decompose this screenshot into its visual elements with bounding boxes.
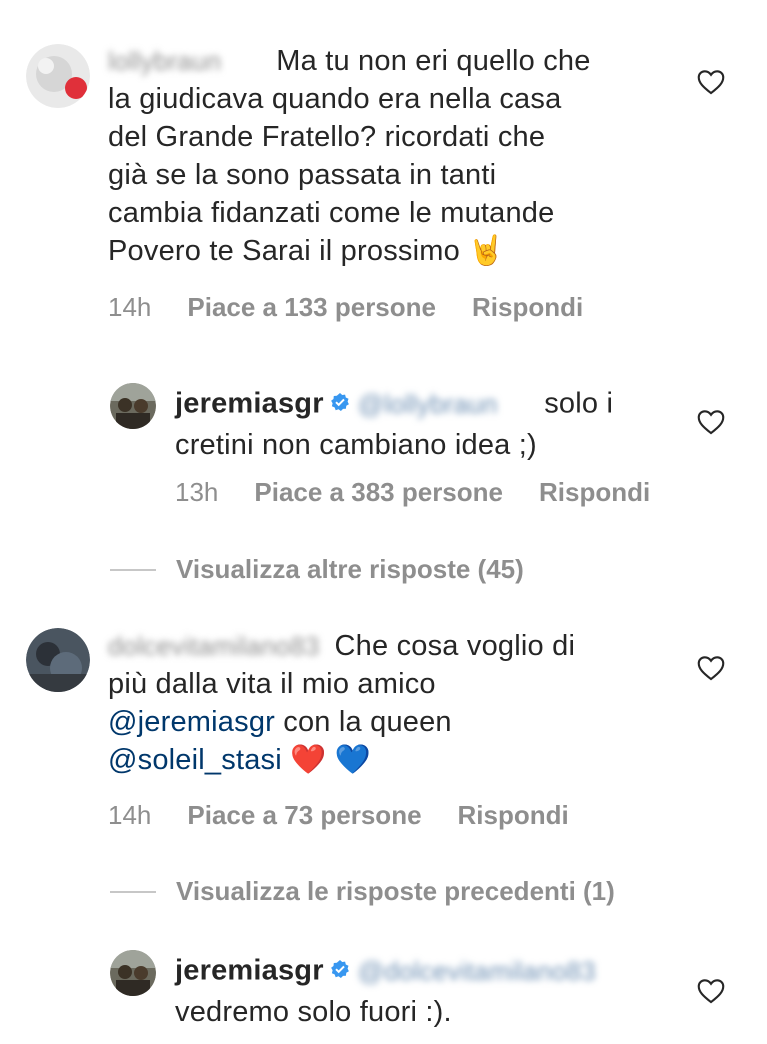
likes-count[interactable]: Piace a 73 persone [187,800,421,831]
avatar[interactable] [26,628,90,692]
avatar[interactable] [110,383,156,429]
comment-text: vedremo solo fuori :). [175,996,452,1028]
view-more-label[interactable]: Visualizza altre risposte (45) [176,554,524,585]
divider-line [110,890,156,893]
likes-count[interactable]: Piace a 133 persone [187,292,436,323]
reply-body: jeremiasgr @lollybraun solo i cretini non… [175,384,675,464]
comment-text: cambia fidanzati come le mutande [108,197,555,229]
comment-text: solo i [544,387,614,420]
comment-username[interactable]: lollybraun [108,42,268,80]
view-more-label[interactable]: Visualizza le risposte precedenti (1) [176,876,615,907]
verified-badge-icon [330,951,350,989]
comment-body: lollybraun Ma tu non eri quello che la g… [108,42,668,270]
comment-text: con la queen [283,706,452,738]
heart-icon[interactable] [697,655,725,681]
avatar[interactable] [26,44,90,108]
view-previous-replies[interactable]: Visualizza le risposte precedenti (1) [110,876,615,907]
comment-text: già se la sono passata in tanti [108,159,497,191]
comment-username[interactable]: jeremiasgr [175,955,324,987]
comment-text: Che cosa voglio di [334,630,576,662]
reply-button[interactable]: Rispondi [472,292,583,323]
reply-button[interactable]: Rispondi [539,477,650,508]
comment-username[interactable]: jeremiasgr [175,388,324,420]
comment-text: la giudicava quando era nella casa [108,83,562,115]
avatar[interactable] [110,950,156,996]
comment-body: dolcevitamilano83 Che cosa voglio di più… [108,627,668,779]
reply-button[interactable]: Rispondi [458,800,569,831]
comment-time: 14h [108,292,152,322]
comment-text: cretini non cambiano idea ;) [175,429,537,461]
reply-body: jeremiasgr @dolcevitamilano83 vedremo sol… [175,951,675,1031]
red-heart-emoji: ❤️ [290,744,327,776]
heart-icon[interactable] [697,409,725,435]
mention-link[interactable]: @soleil_stasi [108,744,282,776]
comment-meta: 13h Piace a 383 persone Rispondi [175,477,650,508]
likes-count[interactable]: Piace a 383 persone [254,477,503,508]
comment-text: del Grande Fratello? ricordati che [108,121,546,153]
view-more-replies[interactable]: Visualizza altre risposte (45) [110,554,524,585]
divider-line [110,568,156,571]
rock-hand-emoji: 🤘 [468,235,505,267]
blue-heart-emoji: 💙 [334,744,372,776]
comment-text: più dalla vita il mio amico [108,668,436,700]
comment-meta: 14h Piace a 73 persone Rispondi [108,800,569,831]
heart-icon[interactable] [697,978,725,1004]
comment-time: 14h [108,800,152,830]
comment-username[interactable]: dolcevitamilano83 [108,627,319,665]
comment-time: 13h [175,477,219,507]
comment-text: Ma tu non eri quello che [276,45,591,77]
heart-icon[interactable] [697,69,725,95]
mention-link[interactable]: @jeremiasgr [108,706,275,738]
comment-text: Povero te Sarai il prossimo [108,235,460,267]
mention-link[interactable]: @dolcevitamilano83 [358,952,598,990]
mention-link[interactable]: @lollybraun [358,385,528,423]
comment-meta: 14h Piace a 133 persone Rispondi [108,292,583,323]
verified-badge-icon [330,384,350,422]
